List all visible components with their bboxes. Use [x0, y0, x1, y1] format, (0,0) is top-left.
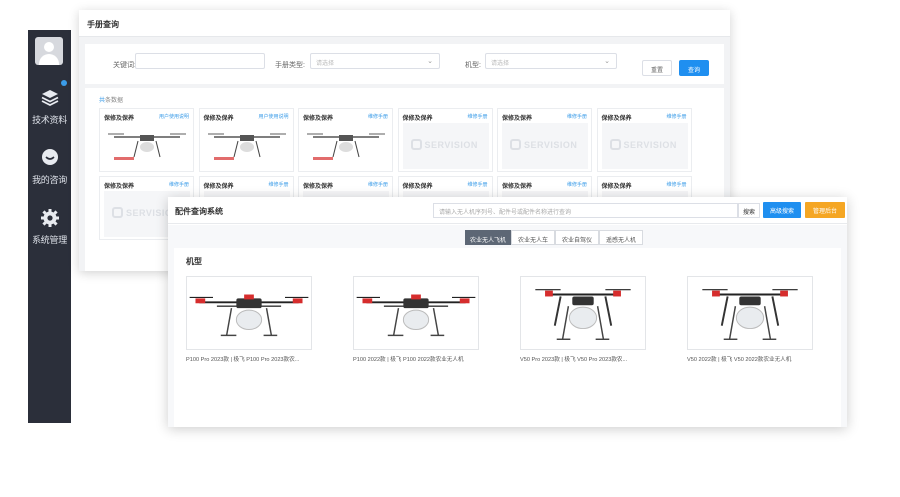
card-title: 保修及保养 — [203, 116, 234, 122]
admin-button[interactable]: 管理后台 — [805, 202, 845, 218]
card-title: 保修及保养 — [502, 184, 533, 190]
card-title: 保修及保养 — [601, 184, 632, 190]
product-image[interactable] — [687, 276, 813, 350]
sidebar-item-tech-docs[interactable]: 技术资料 — [28, 88, 71, 126]
card-title: 保修及保养 — [601, 116, 632, 122]
product-image[interactable] — [353, 276, 479, 350]
filter-bar: 关键词: 手册类型: 请选择 ⌄ 机型: 请选择 ⌄ 重置 查询 — [85, 44, 724, 84]
tab-autopilot[interactable]: 农业自驾仪 — [555, 230, 599, 245]
avatar[interactable] — [35, 37, 63, 65]
card-tag: 维修手册 — [367, 114, 388, 120]
screenshot-stage: 技术资料 我的咨询 系统管理 手册查询 关键词: 手册类型: 请选择 ⌄ 机型:… — [0, 0, 900, 497]
product-card[interactable]: P100 2022款 | 极飞 P100 2022款农业无人机 — [353, 276, 479, 363]
card-tag: 维修手册 — [467, 114, 488, 120]
card-tag: 维修手册 — [666, 114, 687, 120]
card-title: 保修及保养 — [104, 116, 135, 122]
section-title: 机型 — [186, 257, 202, 266]
sidebar-item-my-consult[interactable]: 我的咨询 — [28, 148, 71, 186]
placeholder-thumbnail: SERVISION — [601, 123, 688, 169]
manual-card[interactable]: 保修及保养 维修手册 SERVISION — [596, 108, 692, 172]
sidebar: 技术资料 我的咨询 系统管理 — [28, 30, 71, 423]
card-title: 保修及保养 — [203, 184, 234, 190]
sidebar-item-system[interactable]: 系统管理 — [28, 208, 71, 246]
servision-logo: SERVISION — [410, 139, 478, 150]
tab-agri-vehicle[interactable]: 农业无人车 — [511, 230, 555, 245]
category-select[interactable]: 请选择 ⌄ — [310, 53, 440, 69]
product-card[interactable]: V50 Pro 2023款 | 极飞 V50 Pro 2023款农... — [520, 276, 646, 363]
card-title: 保修及保养 — [502, 116, 533, 122]
model-label: 机型: — [465, 62, 481, 69]
manual-card[interactable]: 保修及保养 用户使用说明 — [198, 108, 294, 172]
category-label: 手册类型: — [275, 62, 305, 69]
card-tag: 维修手册 — [367, 182, 388, 188]
card-tag: 维修手册 — [467, 182, 488, 188]
manual-card[interactable]: 保修及保养 维修手册 — [298, 108, 393, 172]
drone-thumbnail — [303, 123, 389, 169]
card-tag: 维修手册 — [566, 114, 587, 120]
parts-body: 农业无人飞机 农业无人车 农业自驾仪 遥感无人机 机型 P100 Pro 202… — [168, 225, 847, 427]
product-name[interactable]: P100 Pro 2023款 | 极飞 P100 Pro 2023款农... — [186, 355, 326, 363]
tab-agri-drone[interactable]: 农业无人飞机 — [465, 230, 511, 245]
manual-card[interactable]: 保修及保养 维修手册 SERVISION — [397, 108, 493, 172]
parts-header: 配件查询系统 请输入无人机序列号、配件号或配件名称进行查询 搜索 高级搜索 管理… — [168, 197, 847, 224]
product-name[interactable]: P100 2022款 | 极飞 P100 2022款农业无人机 — [353, 355, 493, 363]
card-title: 保修及保养 — [402, 116, 433, 122]
card-tag: 维修手册 — [666, 182, 687, 188]
product-card[interactable]: P100 Pro 2023款 | 极飞 P100 Pro 2023款农... — [186, 276, 312, 363]
drone-thumbnail — [204, 123, 290, 169]
card-tag: 维修手册 — [268, 182, 289, 188]
model-select[interactable]: 请选择 ⌄ — [485, 53, 617, 69]
servision-logo: SERVISION — [609, 139, 677, 150]
placeholder-thumbnail: SERVISION — [502, 123, 588, 169]
servision-logo: SERVISION — [510, 139, 577, 150]
card-tag: 用户使用说明 — [258, 114, 289, 120]
card-tag: 用户使用说明 — [158, 114, 189, 120]
sidebar-item-label: 技术资料 — [32, 115, 67, 125]
parts-query-window: 配件查询系统 请输入无人机序列号、配件号或配件名称进行查询 搜索 高级搜索 管理… — [168, 197, 847, 427]
search-button[interactable]: 搜索 — [738, 203, 760, 218]
manual-card[interactable]: 保修及保养 用户使用说明 — [99, 108, 194, 172]
page-title: 手册查询 — [79, 10, 730, 37]
parts-search-input[interactable]: 请输入无人机序列号、配件号或配件名称进行查询 — [433, 203, 738, 218]
advanced-search-button[interactable]: 高级搜索 — [763, 202, 801, 218]
keyword-input[interactable] — [135, 53, 265, 69]
notification-dot — [61, 80, 67, 86]
tab-remote-sensing[interactable]: 遥感无人机 — [599, 230, 643, 245]
card-title: 保修及保养 — [303, 184, 334, 190]
result-count: 共条数据 — [99, 98, 124, 104]
card-title: 保修及保养 — [104, 184, 135, 190]
chevron-down-icon: ⌄ — [604, 58, 610, 65]
sidebar-item-label: 我的咨询 — [32, 175, 67, 185]
card-tag: 维修手册 — [566, 182, 587, 188]
chat-icon — [41, 149, 58, 165]
product-name[interactable]: V50 2022款 | 极飞 V50 2022款农业无人机 — [687, 355, 827, 363]
product-image[interactable] — [520, 276, 646, 350]
product-card[interactable]: V50 2022款 | 极飞 V50 2022款农业无人机 — [687, 276, 813, 363]
card-title: 保修及保养 — [303, 116, 334, 122]
model-panel: 机型 P100 Pro 2023款 | 极飞 P100 Pro 2023款农..… — [174, 248, 841, 427]
drone-thumbnail — [104, 123, 190, 169]
chevron-down-icon: ⌄ — [427, 58, 433, 65]
gear-icon — [40, 209, 59, 227]
keyword-label: 关键词: — [113, 62, 136, 69]
card-tag: 维修手册 — [168, 182, 189, 188]
manual-card[interactable]: 保修及保养 维修手册 SERVISION — [497, 108, 592, 172]
placeholder-thumbnail: SERVISION — [402, 123, 489, 169]
layers-icon — [41, 90, 58, 107]
card-title: 保修及保养 — [402, 184, 433, 190]
product-image[interactable] — [186, 276, 312, 350]
parts-title: 配件查询系统 — [175, 207, 223, 216]
product-name[interactable]: V50 Pro 2023款 | 极飞 V50 Pro 2023款农... — [520, 355, 660, 363]
sidebar-item-label: 系统管理 — [32, 235, 67, 245]
query-button[interactable]: 查询 — [679, 60, 709, 76]
reset-button[interactable]: 重置 — [642, 60, 672, 76]
